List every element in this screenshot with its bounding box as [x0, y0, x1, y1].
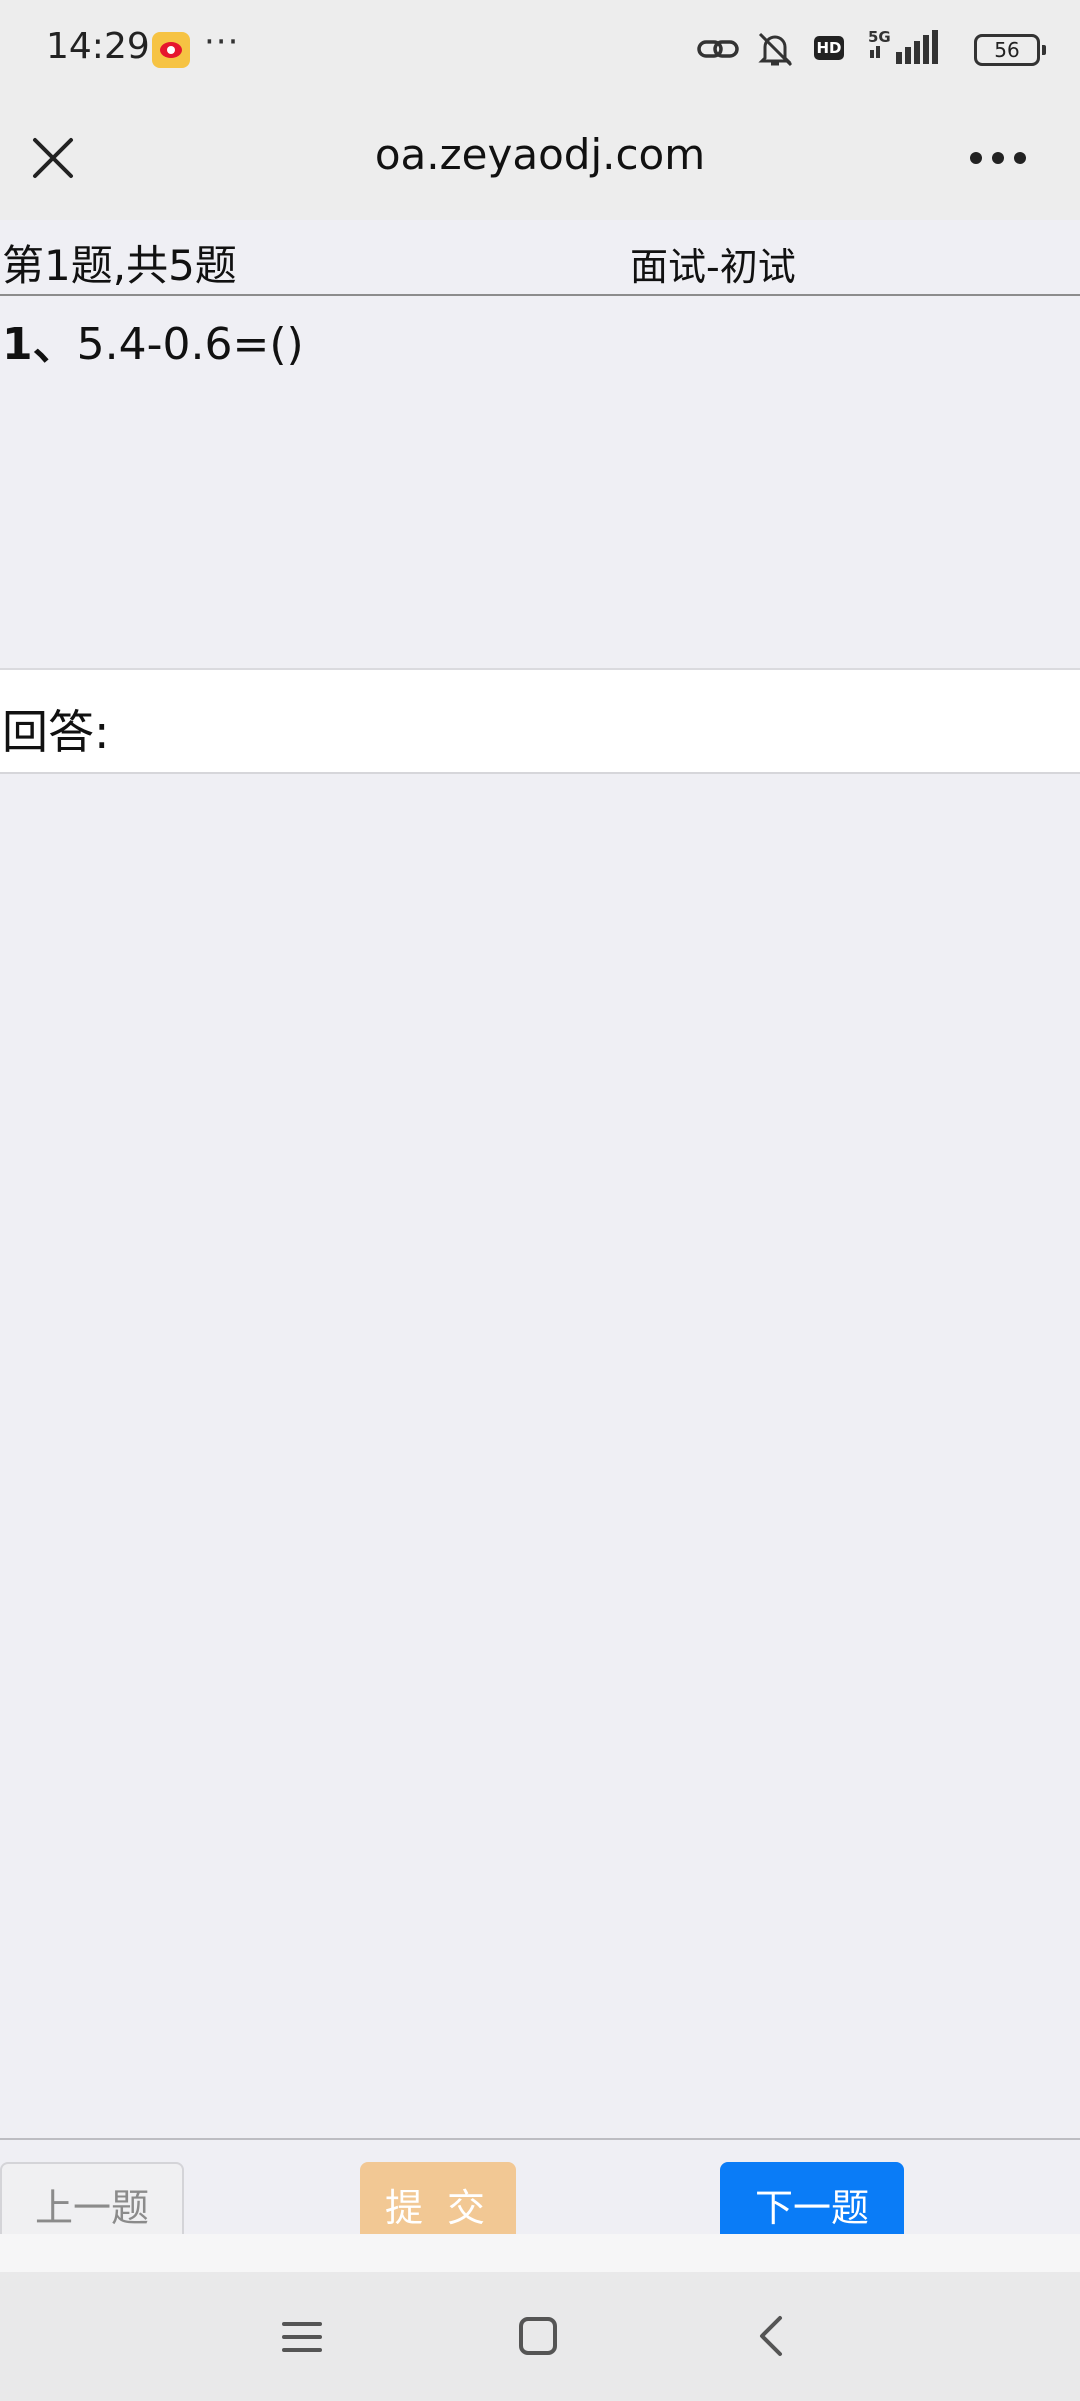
- question-content: 5.4-0.6=(): [76, 319, 304, 370]
- question-progress: 第1题,共5题: [2, 241, 237, 290]
- question-header: 第1题,共5题 面试-初试: [0, 220, 1080, 296]
- exam-name: 面试-初试: [630, 245, 796, 289]
- status-time: 14:29: [46, 26, 150, 67]
- answer-area: [0, 774, 1080, 2138]
- menu-icon[interactable]: [282, 2320, 322, 2354]
- system-navigation-bar: [0, 2272, 1080, 2401]
- browser-navbar: oa.zeyaodj.com: [0, 100, 1080, 220]
- question-text: 1、5.4-0.6=(): [2, 308, 304, 372]
- page-url-title: oa.zeyaodj.com: [374, 130, 706, 179]
- question-number: 1、: [2, 319, 77, 370]
- status-bar: 14:29 ··· HD 5G 56: [0, 0, 1080, 100]
- quiz-footer: 上一题 提 交 下一题: [0, 2138, 1080, 2274]
- footer-strip: [0, 2234, 1080, 2274]
- svg-text:5G: 5G: [868, 28, 891, 46]
- hd-icon: HD: [814, 36, 844, 60]
- answer-row[interactable]: 回答:: [0, 670, 1080, 774]
- answer-label: 回答:: [2, 705, 110, 759]
- more-icon[interactable]: [970, 152, 1030, 166]
- status-icons: HD 5G 56: [640, 28, 1046, 72]
- link-icon: [697, 40, 739, 58]
- home-icon[interactable]: [518, 2316, 558, 2356]
- status-more-indicator: ···: [204, 22, 240, 62]
- signal-5g-icon: 5G: [868, 28, 938, 64]
- question-body: 1、5.4-0.6=(): [0, 296, 1080, 670]
- back-icon[interactable]: [756, 2314, 786, 2358]
- battery-icon: 56: [974, 34, 1046, 66]
- weibo-icon: [152, 32, 190, 68]
- bell-off-icon: [758, 32, 793, 67]
